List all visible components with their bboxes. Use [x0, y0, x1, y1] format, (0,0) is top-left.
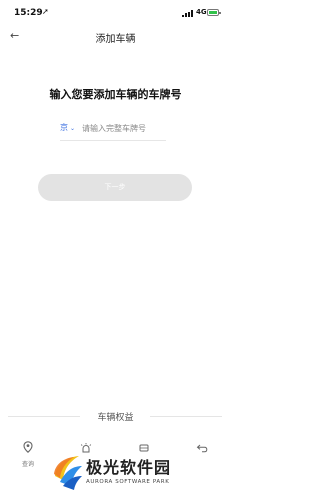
location-pin-icon: [23, 441, 33, 453]
battery-icon: [207, 9, 221, 16]
next-step-button[interactable]: 下一步: [38, 174, 192, 201]
watermark: 极光软件园 AURORA SOFTWARE PARK: [50, 446, 231, 500]
divider-right: [150, 416, 222, 417]
plate-prompt-heading: 输入您要添加车辆的车牌号: [49, 88, 182, 101]
tab-query-label: 查询: [21, 461, 34, 468]
status-time: 15:29: [14, 8, 43, 18]
location-arrow-icon: ➚: [42, 7, 49, 16]
tab-query[interactable]: 查询: [8, 438, 48, 468]
province-value: 京: [60, 123, 68, 132]
plate-number-input[interactable]: [82, 121, 166, 135]
aurora-logo-icon: [54, 456, 82, 490]
status-bar: 15:29 ➚ 4G: [0, 0, 231, 28]
vehicle-benefits-section: 车辆权益: [0, 408, 231, 424]
plate-input-row: 京 ⌄: [60, 120, 166, 141]
network-type: 4G: [196, 8, 207, 16]
page-title: 添加车辆: [95, 34, 136, 45]
chevron-down-icon: ⌄: [70, 125, 76, 132]
nav-bar: ← 添加车辆: [0, 28, 231, 48]
province-select[interactable]: 京 ⌄: [60, 122, 75, 133]
watermark-text: 极光软件园: [86, 458, 172, 477]
watermark-subtext: AURORA SOFTWARE PARK: [86, 479, 170, 485]
signal-icon: [182, 10, 194, 17]
